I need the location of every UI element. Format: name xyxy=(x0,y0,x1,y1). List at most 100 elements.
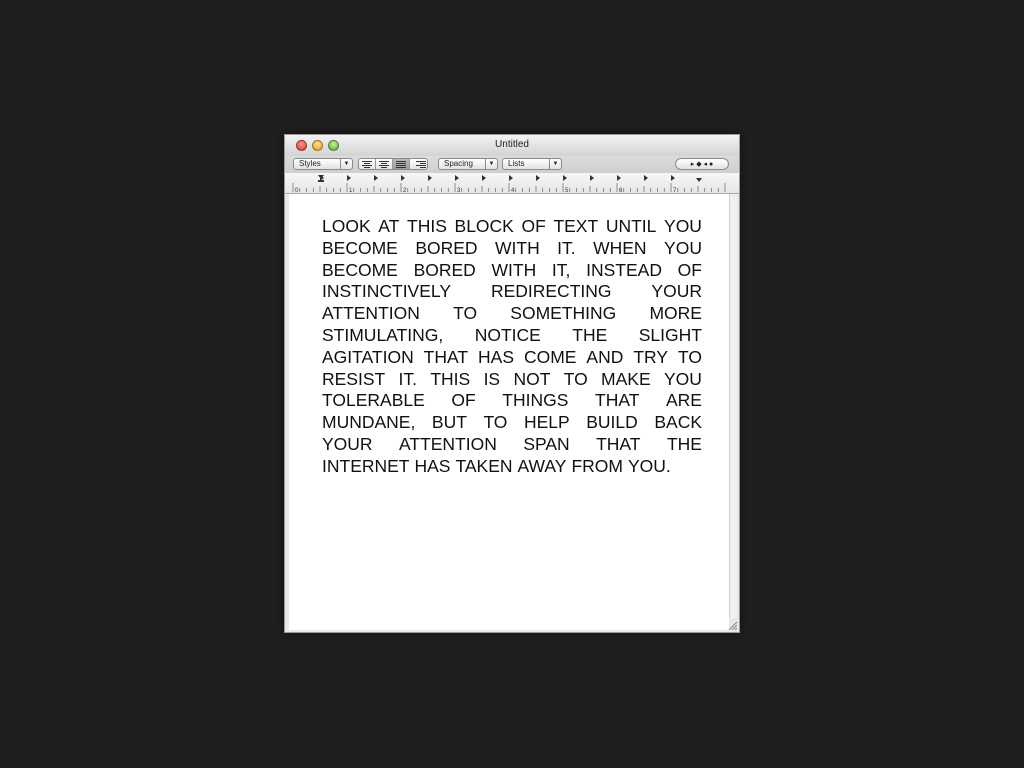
text-line: INSTINCTIVELY REDIRECTING YOUR xyxy=(322,281,702,303)
ruler-number: 0 xyxy=(295,188,299,193)
text-line: YOUR ATTENTION SPAN THAT THE xyxy=(322,434,702,456)
word: ATTENTION xyxy=(322,303,420,324)
word: THAT xyxy=(423,346,469,367)
justify-button[interactable] xyxy=(393,159,410,169)
chevron-down-icon: ▼ xyxy=(485,159,497,169)
ruler-number: 3 xyxy=(457,188,461,193)
chevron-down-icon: ▼ xyxy=(340,159,352,169)
word: NOTICE xyxy=(474,324,541,345)
tab-stop-marker xyxy=(482,175,486,181)
resize-grip-icon[interactable] xyxy=(727,620,737,630)
alignment-control xyxy=(358,158,428,170)
tab-stop-marker xyxy=(428,175,432,181)
tab-stop-marker xyxy=(617,175,621,181)
word: HAS xyxy=(478,346,515,367)
word: TO xyxy=(453,303,478,324)
word: YOU xyxy=(664,237,702,258)
word: THINGS xyxy=(502,390,569,411)
align-center-button[interactable] xyxy=(376,159,393,169)
word: BECOME xyxy=(322,237,398,258)
align-left-button[interactable] xyxy=(359,159,376,169)
word: BECOME xyxy=(322,259,398,280)
text-line: MUNDANE, BUT TO HELP BUILD BACK xyxy=(322,412,702,434)
tab-stops-icons: ▸ ◆ ◂ ● xyxy=(690,161,714,168)
word: BLOCK xyxy=(454,216,514,236)
word: FROM xyxy=(571,455,623,476)
text-line: AGITATION THAT HAS COME AND TRY TO xyxy=(322,347,702,369)
tab-stop-marker xyxy=(671,175,675,181)
word: BUILD xyxy=(586,412,638,433)
word: YOUR xyxy=(651,281,702,302)
word: STIMULATING, xyxy=(322,324,444,345)
text-line: TOLERABLE OF THINGS THAT ARE xyxy=(322,390,702,412)
word: ARE xyxy=(666,390,702,411)
word: IS xyxy=(483,368,501,389)
word: COME xyxy=(523,346,577,367)
word: IT. xyxy=(557,237,576,258)
tab-stop-marker xyxy=(590,175,594,181)
ruler-number: 1 xyxy=(349,188,353,193)
word: AGITATION xyxy=(322,346,414,367)
align-right-button[interactable] xyxy=(410,159,427,169)
word: MUNDANE, xyxy=(322,412,416,433)
tab-stops-control[interactable]: ▸ ◆ ◂ ● xyxy=(675,158,729,170)
word: THAT xyxy=(596,433,641,454)
word: THAT xyxy=(595,390,640,411)
styles-popup[interactable]: Styles ▼ xyxy=(293,158,353,170)
word: HAS xyxy=(414,455,451,476)
spacing-popup[interactable]: Spacing ▼ xyxy=(438,158,498,170)
word: BUT xyxy=(431,412,467,433)
ruler-number: 4 xyxy=(511,188,515,193)
word: INTERNET xyxy=(322,455,410,476)
word: WITH xyxy=(491,259,537,280)
word: TO xyxy=(483,412,508,433)
word: SPAN xyxy=(523,433,570,454)
word: HELP xyxy=(523,412,570,433)
word: TOLERABLE xyxy=(322,390,425,411)
word: INSTEAD xyxy=(586,259,662,280)
word: TEXT xyxy=(553,216,599,236)
text-line: BECOME BORED WITH IT. WHEN YOU xyxy=(322,238,702,260)
tab-stop-marker xyxy=(374,175,378,181)
lists-label: Lists xyxy=(508,159,525,168)
word: OF xyxy=(521,216,546,236)
word: LOOK xyxy=(322,216,371,236)
word: THE xyxy=(666,433,702,454)
word: AWAY xyxy=(517,455,567,476)
ruler-number: 7 xyxy=(673,188,677,193)
ruler-number: 5 xyxy=(565,188,569,193)
tab-stop-marker xyxy=(401,175,405,181)
tab-stop-marker xyxy=(347,175,351,181)
text-line: RESIST IT. THIS IS NOT TO MAKE YOU xyxy=(322,369,702,391)
word: NOT xyxy=(513,368,551,389)
title-bar[interactable]: Untitled xyxy=(285,135,739,156)
ruler[interactable]: 0 1 2 3 4 5 6 7 xyxy=(285,173,739,194)
text-line: BECOME BORED WITH IT, INSTEAD OF xyxy=(322,260,702,282)
window-title: Untitled xyxy=(495,139,529,150)
tab-stop-marker xyxy=(536,175,540,181)
word: AT xyxy=(378,216,400,236)
word: WITH xyxy=(495,237,540,258)
format-toolbar: Styles ▼ Spacing ▼ Lists ▼ ▸ ◆ ◂ ● xyxy=(285,156,739,173)
word: TO xyxy=(677,346,702,367)
word: SLIGHT xyxy=(638,324,702,345)
word: RESIST xyxy=(322,368,386,389)
word: TRY xyxy=(633,346,669,367)
word: AND xyxy=(586,346,624,367)
word: BACK xyxy=(654,412,702,433)
document-page[interactable]: LOOK AT THIS BLOCK OF TEXT UNTIL YOU BECOME BORED… xyxy=(289,194,729,630)
document-text[interactable]: LOOK AT THIS BLOCK OF TEXT UNTIL YOU BECOME BORED… xyxy=(322,216,702,478)
word: YOU xyxy=(663,368,702,389)
vertical-scrollbar[interactable] xyxy=(729,194,737,618)
word: WHEN xyxy=(593,237,647,258)
tab-stop-marker xyxy=(509,175,513,181)
ruler-ticks: 0 1 2 3 4 5 6 7 xyxy=(292,175,726,194)
word: UNTIL xyxy=(605,216,657,236)
word: SOMETHING xyxy=(510,303,617,324)
lists-popup[interactable]: Lists ▼ xyxy=(502,158,562,170)
word: MAKE xyxy=(601,368,651,389)
word: THE xyxy=(572,324,608,345)
styles-label: Styles xyxy=(299,159,321,168)
word: BORED xyxy=(415,237,478,258)
word: THIS xyxy=(407,216,447,236)
